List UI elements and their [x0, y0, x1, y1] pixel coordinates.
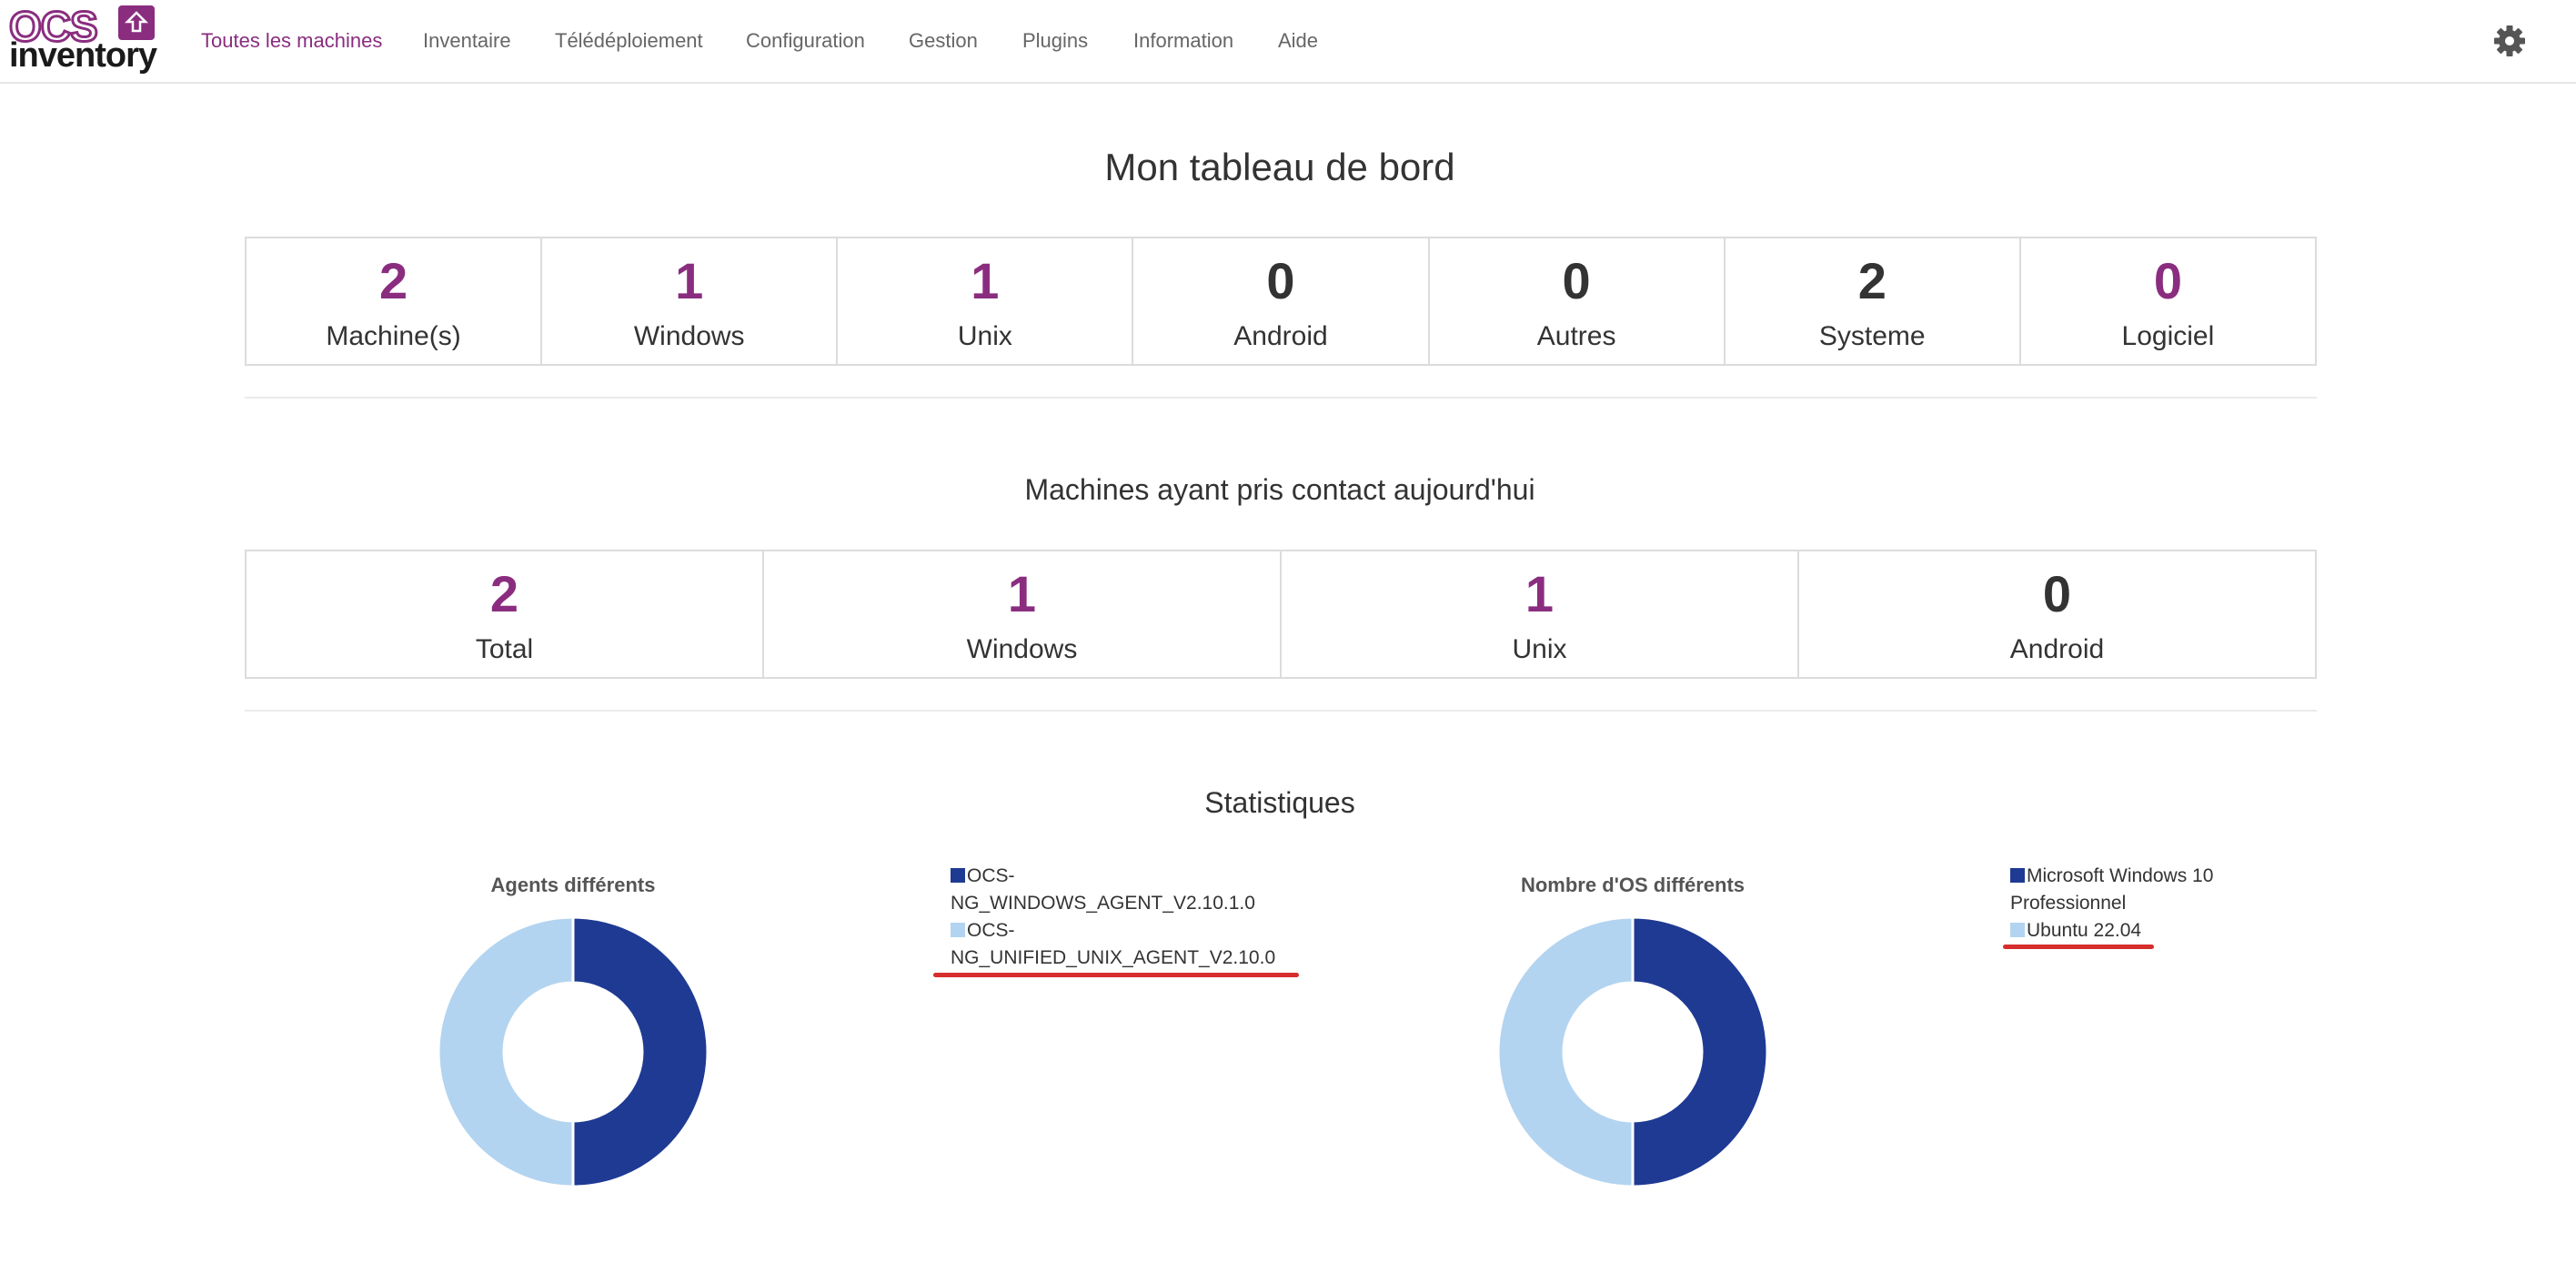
dashboard-stats: 2 Machine(s) 1 Windows 1 Unix 0 Android …	[245, 237, 2317, 366]
stat-machines[interactable]: 2 Machine(s)	[247, 238, 543, 364]
stat-label: Windows	[633, 321, 745, 351]
chart-agents-legend: OCS- NG_WINDOWS_AGENT_V2.10.1.0 OCS- NG_…	[951, 863, 1275, 972]
stat-label: Android	[1233, 321, 1328, 351]
legend-label-line2: Professionnel	[2010, 893, 2127, 914]
legend-item-windows-10[interactable]: Microsoft Windows 10 Professionnel	[2010, 863, 2213, 917]
logo-arrow-icon	[118, 5, 155, 40]
stat-android[interactable]: 0 Android	[1133, 238, 1430, 364]
chart-os-legend: Microsoft Windows 10 Professionnel Ubunt…	[2010, 863, 2213, 945]
today-stats: 2 Total 1 Windows 1 Unix 0 Android	[245, 550, 2317, 679]
stat-systeme[interactable]: 2 Systeme	[1726, 238, 2021, 364]
stat-value: 2	[1857, 252, 1887, 309]
legend-item-ubuntu[interactable]: Ubuntu 22.04	[2010, 917, 2213, 945]
nav-configuration[interactable]: Configuration	[746, 27, 865, 55]
legend-swatch	[2010, 868, 2025, 883]
stat-logiciel[interactable]: 0 Logiciel	[2021, 238, 2315, 364]
stat-label: Android	[2009, 634, 2105, 664]
top-navbar: OCS inventory Toutes les machines Invent…	[0, 0, 2576, 84]
nav-toutes-les-machines[interactable]: Toutes les machines	[201, 27, 382, 55]
donut-slice-0[interactable]	[1631, 915, 1769, 1188]
stat-label: Total	[475, 634, 534, 664]
legend-label-line2: NG_UNIFIED_UNIX_AGENT_V2.10.0	[951, 947, 1276, 968]
today-title: Machines ayant pris contact aujourd'hui	[1024, 473, 1535, 506]
legend-item-windows-agent[interactable]: OCS- NG_WINDOWS_AGENT_V2.10.1.0	[951, 863, 1275, 917]
logo-text-inventory: inventory	[9, 36, 157, 75]
legend-swatch	[2010, 923, 2025, 937]
legend-swatch	[951, 923, 965, 937]
stat-autres[interactable]: 0 Autres	[1430, 238, 1726, 364]
stat-label: Windows	[966, 634, 1078, 664]
stat-label: Machine(s)	[326, 321, 461, 351]
stat-value: 0	[2042, 565, 2072, 622]
section-divider	[245, 397, 2317, 399]
donut-slice-1[interactable]	[1496, 915, 1635, 1188]
chart-os-donut	[1496, 915, 1769, 1188]
today-unix[interactable]: 1 Unix	[1282, 551, 1799, 677]
legend-label-line1: OCS-	[967, 920, 1015, 941]
nav-inventaire[interactable]: Inventaire	[423, 27, 511, 55]
section-divider	[245, 710, 2317, 712]
annotation-underline	[933, 973, 1299, 977]
donut-slice-0[interactable]	[571, 915, 709, 1188]
annotation-underline	[2003, 945, 2154, 949]
stat-windows[interactable]: 1 Windows	[542, 238, 839, 364]
stat-value: 0	[2153, 252, 2182, 309]
legend-label-line2: NG_WINDOWS_AGENT_V2.10.1.0	[951, 893, 1255, 914]
stat-value: 2	[489, 565, 519, 622]
stat-value: 1	[675, 252, 704, 309]
gear-icon[interactable]	[2492, 24, 2527, 58]
legend-label-line1: Ubuntu 22.04	[2027, 920, 2142, 941]
stat-label: Unix	[957, 321, 1012, 351]
stat-label: Systeme	[1818, 321, 1926, 351]
nav-gestion[interactable]: Gestion	[909, 27, 978, 55]
chart-agents-title: Agents différents	[490, 874, 656, 896]
nav-plugins[interactable]: Plugins	[1022, 27, 1088, 55]
dashboard-title: Mon tableau de bord	[1104, 146, 1455, 188]
nav-information[interactable]: Information	[1133, 27, 1233, 55]
legend-label-line1: Microsoft Windows 10	[2027, 865, 2214, 886]
legend-item-unix-agent[interactable]: OCS- NG_UNIFIED_UNIX_AGENT_V2.10.0	[951, 917, 1275, 972]
chart-os-title: Nombre d'OS différents	[1520, 874, 1746, 896]
today-windows[interactable]: 1 Windows	[764, 551, 1282, 677]
stat-value: 1	[1524, 565, 1555, 622]
stat-label: Unix	[1512, 634, 1567, 664]
legend-label-line1: OCS-	[967, 865, 1015, 886]
stat-value: 0	[1266, 252, 1295, 309]
stat-label: Autres	[1536, 321, 1616, 351]
stat-unix[interactable]: 1 Unix	[838, 238, 1134, 364]
stat-value: 1	[971, 252, 1000, 309]
stat-value: 2	[378, 252, 408, 309]
chart-agents-donut	[437, 915, 709, 1188]
legend-swatch	[951, 868, 965, 883]
donut-slice-1[interactable]	[437, 915, 575, 1188]
nav-teledeploiement[interactable]: Télédéploiement	[555, 27, 703, 55]
today-android[interactable]: 0 Android	[1799, 551, 2315, 677]
today-total[interactable]: 2 Total	[247, 551, 764, 677]
stat-value: 1	[1007, 565, 1037, 622]
stat-label: Logiciel	[2121, 321, 2215, 351]
nav-aide[interactable]: Aide	[1278, 27, 1318, 55]
statistics-title: Statistiques	[1204, 786, 1355, 819]
ocs-inventory-logo[interactable]: OCS inventory	[7, 4, 158, 75]
stat-value: 0	[1562, 252, 1591, 309]
